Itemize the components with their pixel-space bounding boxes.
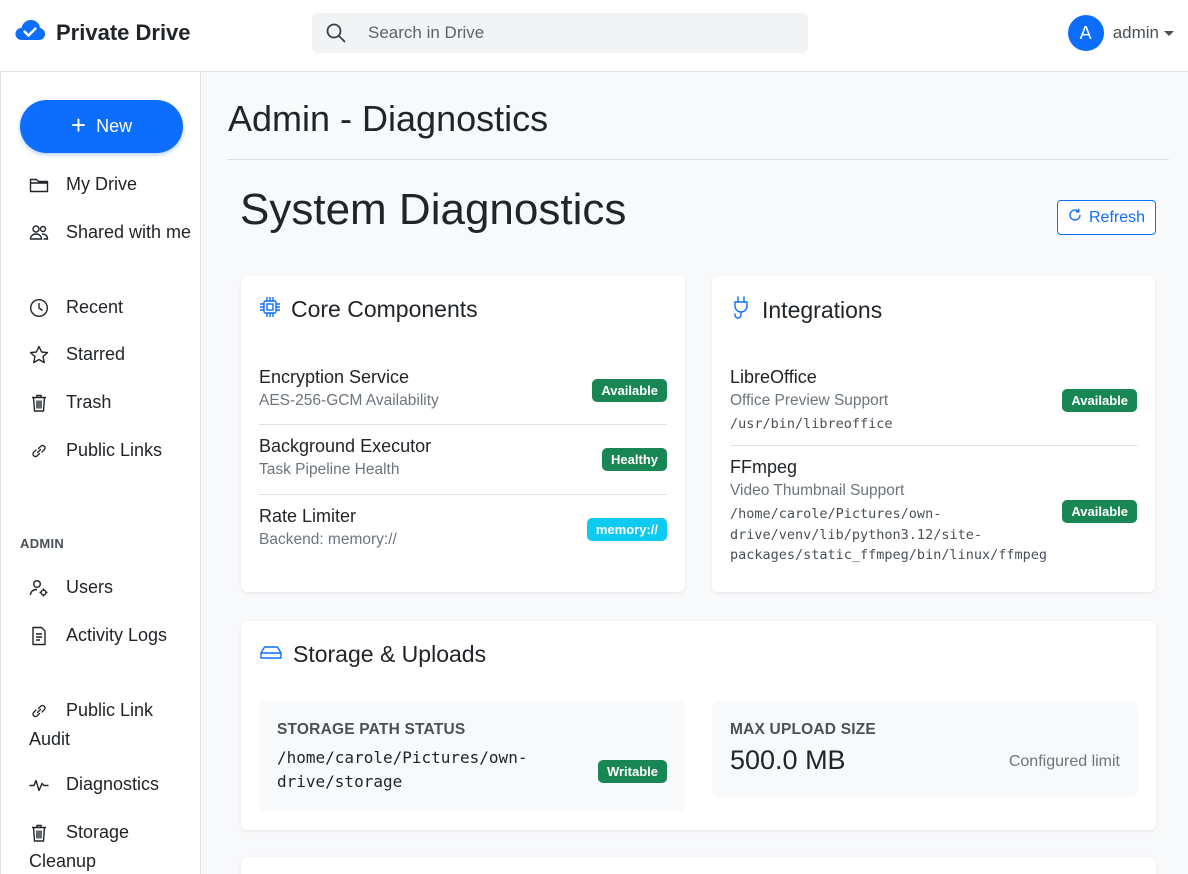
storage-path-label: STORAGE PATH STATUS xyxy=(277,721,466,738)
integrations-card: Integrations LibreOffice Office Preview … xyxy=(712,276,1155,592)
folder-icon xyxy=(29,175,49,195)
status-badge: Writable xyxy=(597,760,667,783)
link-icon xyxy=(29,441,49,461)
sidebar-item-label: Recent xyxy=(66,297,124,317)
sidebar-item-label: Public Links xyxy=(66,440,163,460)
row-divider xyxy=(730,445,1138,446)
storage-path-box: STORAGE PATH STATUS /home/carole/Picture… xyxy=(259,701,685,811)
card-title: Integrations xyxy=(762,297,883,323)
plug-icon xyxy=(730,296,752,325)
cloud-check-icon xyxy=(14,18,46,47)
status-badge: Available xyxy=(592,379,667,402)
storage-uploads-card: Storage & Uploads STORAGE PATH STATUS /h… xyxy=(241,621,1156,830)
sidebar-item-my-drive[interactable]: My Drive xyxy=(29,170,194,199)
user-gear-icon xyxy=(29,578,49,598)
sidebar-item-trash[interactable]: Trash xyxy=(29,388,194,417)
pulse-icon xyxy=(29,775,49,795)
row-divider xyxy=(259,494,667,495)
search-icon[interactable] xyxy=(326,23,346,43)
user-menu[interactable]: A admin xyxy=(1067,15,1174,51)
hdd-icon xyxy=(259,642,283,667)
link-icon xyxy=(29,701,49,721)
path-line: drive/venv/lib/python3.12/site- xyxy=(730,526,982,543)
sidebar-item-label: Activity Logs xyxy=(66,625,168,645)
refresh-button-label: Refresh xyxy=(1088,208,1146,226)
sidebar-item-diagnostics[interactable]: Diagnostics xyxy=(29,770,194,799)
path-line: drive/storage xyxy=(277,772,403,791)
section-title: System Diagnostics xyxy=(240,185,627,234)
path-line: packages/static_ffmpeg/bin/linux/ffmpeg xyxy=(730,547,1047,563)
status-badge: Healthy xyxy=(602,448,667,471)
integration-path: /usr/bin/libreoffice xyxy=(730,416,893,432)
new-button-label: New xyxy=(96,116,133,136)
top-bar: Private Drive A admin xyxy=(0,0,1188,72)
sidebar-item-label: Diagnostics xyxy=(66,774,160,794)
app-name: Private Drive xyxy=(56,19,191,45)
sidebar-item-label: Shared with me xyxy=(66,222,192,242)
journal-icon xyxy=(29,626,49,646)
sidebar-item-label: Trash xyxy=(66,392,112,412)
trash-icon xyxy=(29,393,49,413)
cpu-icon xyxy=(259,296,281,323)
refresh-icon xyxy=(1068,208,1082,227)
status-badge: Available xyxy=(1062,389,1137,412)
sidebar-item-label: Storage Cleanup xyxy=(29,822,130,871)
sidebar-item-starred[interactable]: Starred xyxy=(29,340,194,369)
plus-icon: + xyxy=(70,110,87,140)
clock-icon xyxy=(29,298,49,318)
trash-icon xyxy=(29,823,49,843)
core-components-card: Core Components Encryption Service AES-2… xyxy=(241,276,685,592)
refresh-button[interactable]: Refresh xyxy=(1057,200,1156,235)
sidebar-item-recent[interactable]: Recent xyxy=(29,293,194,322)
status-badge: Available xyxy=(1062,500,1137,523)
max-upload-box: MAX UPLOAD SIZE 500.0 MB Configured limi… xyxy=(712,701,1138,797)
sidebar-item-storage-cleanup[interactable]: Storage Cleanup xyxy=(29,818,194,874)
max-upload-note: Configured limit xyxy=(1008,753,1120,770)
sidebar-item-users[interactable]: Users xyxy=(29,573,194,602)
chevron-down-icon[interactable] xyxy=(1164,30,1174,36)
page-title: Admin - Diagnostics xyxy=(228,98,549,139)
search-input[interactable] xyxy=(368,23,768,43)
path-line: /home/carole/Pictures/own- xyxy=(277,748,528,767)
search-bar[interactable] xyxy=(312,13,808,53)
sidebar-item-activity-logs[interactable]: Activity Logs xyxy=(29,621,194,650)
sidebar-item-shared[interactable]: Shared with me xyxy=(29,218,194,247)
admin-section-label: ADMIN xyxy=(20,536,65,551)
star-icon xyxy=(29,345,49,365)
storage-path-value: /home/carole/Pictures/own- drive/storage xyxy=(277,746,557,794)
user-name[interactable]: admin xyxy=(1113,23,1159,43)
sidebar-item-label: Users xyxy=(66,577,114,597)
next-card xyxy=(241,857,1156,874)
sidebar-item-public-links[interactable]: Public Links xyxy=(29,436,194,465)
integration-name: LibreOffice xyxy=(730,367,817,387)
sidebar-item-label: Starred xyxy=(66,344,126,364)
card-title: Storage & Uploads xyxy=(293,641,487,667)
card-title: Core Components xyxy=(291,296,478,322)
max-upload-label: MAX UPLOAD SIZE xyxy=(730,721,876,738)
sidebar-item-public-link-audit[interactable]: Public Link Audit xyxy=(29,696,194,754)
new-button[interactable]: + New xyxy=(20,100,183,153)
row-divider xyxy=(259,424,667,425)
title-divider xyxy=(227,159,1169,160)
sidebar-item-label: My Drive xyxy=(66,174,137,194)
avatar[interactable]: A xyxy=(1067,15,1104,51)
max-upload-value: 500.0 MB xyxy=(730,745,846,775)
sidebar: + New My Drive Shared with me Recent Sta… xyxy=(0,72,201,874)
integration-description: Video Thumbnail Support xyxy=(730,482,905,499)
people-icon xyxy=(29,223,49,243)
status-badge: memory:// xyxy=(586,518,667,541)
brand[interactable]: Private Drive xyxy=(14,18,191,47)
sidebar-item-label: Public Link Audit xyxy=(29,700,154,749)
integration-name: FFmpeg xyxy=(730,457,798,477)
